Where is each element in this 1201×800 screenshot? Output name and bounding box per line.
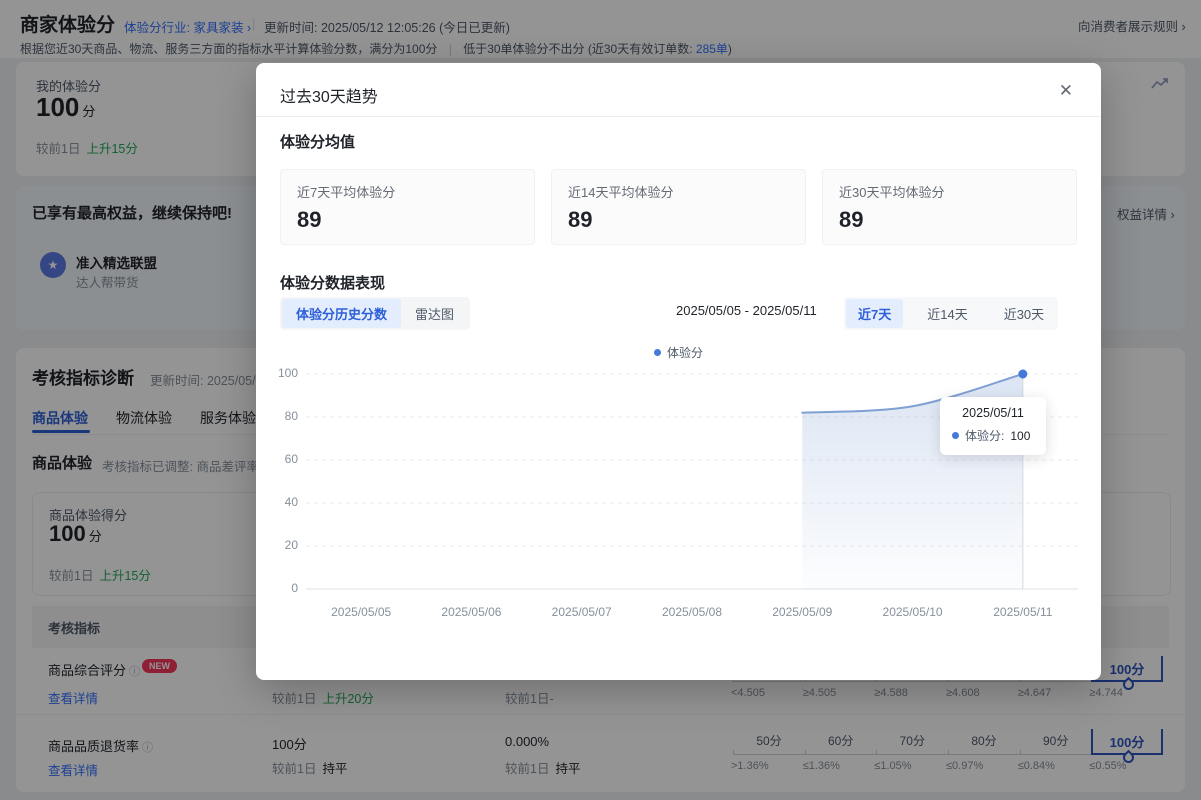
avg-card-label: 近7天平均体验分 bbox=[297, 185, 396, 200]
legend-label: 体验分 bbox=[666, 346, 703, 360]
avg-card-7d: 近7天平均体验分 89 bbox=[280, 169, 535, 245]
range-tab-group: 近7天 近14天 近30天 bbox=[844, 297, 1059, 330]
avg-card-label: 近14天平均体验分 bbox=[568, 185, 674, 200]
avg-card-30d: 近30天平均体验分 89 bbox=[822, 169, 1077, 245]
modal-title: 过去30天趋势 bbox=[280, 89, 378, 106]
avg-card-value: 89 bbox=[839, 207, 864, 232]
close-icon[interactable]: ✕ bbox=[1059, 81, 1073, 101]
avg-card-value: 89 bbox=[568, 207, 593, 232]
avg-card-label: 近30天平均体验分 bbox=[839, 185, 945, 200]
trend-modal: 过去30天趋势 ✕ 体验分均值 近7天平均体验分 89 近14天平均体验分 89… bbox=[256, 63, 1101, 680]
avg-card-value: 89 bbox=[297, 207, 322, 232]
tooltip-series-dot-icon bbox=[952, 432, 959, 439]
tooltip-date: 2025/05/11 bbox=[962, 406, 1024, 420]
date-range-label: 2025/05/05 - 2025/05/11 bbox=[676, 303, 817, 318]
range-tab-7d[interactable]: 近7天 bbox=[846, 299, 904, 328]
toggle-history-score[interactable]: 体验分历史分数 bbox=[282, 299, 402, 328]
trend-line-chart bbox=[306, 369, 1078, 590]
modal-header-divider bbox=[256, 116, 1101, 117]
toggle-radar[interactable]: 雷达图 bbox=[401, 299, 468, 328]
perf-section-title: 体验分数据表现 bbox=[280, 275, 386, 292]
avg-section-title: 体验分均值 bbox=[280, 134, 356, 151]
range-tab-30d[interactable]: 近30天 bbox=[992, 299, 1056, 328]
tooltip-series-name: 体验分: bbox=[965, 429, 1005, 443]
avg-card-14d: 近14天平均体验分 89 bbox=[551, 169, 806, 245]
legend-dot-icon bbox=[653, 349, 661, 356]
avg-cards: 近7天平均体验分 89 近14天平均体验分 89 近30天平均体验分 89 bbox=[280, 169, 1077, 245]
range-tab-14d[interactable]: 近14天 bbox=[915, 299, 979, 328]
chart-axis-labels: 0 20 40 60 80 100 2025/05/05 2025/05/06 2025/05/… bbox=[277, 366, 1053, 619]
chart-tooltip: 2025/05/11 体验分: 100 bbox=[940, 397, 1046, 455]
view-toggle-group: 体验分历史分数 雷达图 bbox=[280, 297, 471, 330]
chart-legend[interactable]: 体验分 bbox=[256, 344, 1101, 361]
tooltip-value: 100 bbox=[1010, 428, 1031, 443]
